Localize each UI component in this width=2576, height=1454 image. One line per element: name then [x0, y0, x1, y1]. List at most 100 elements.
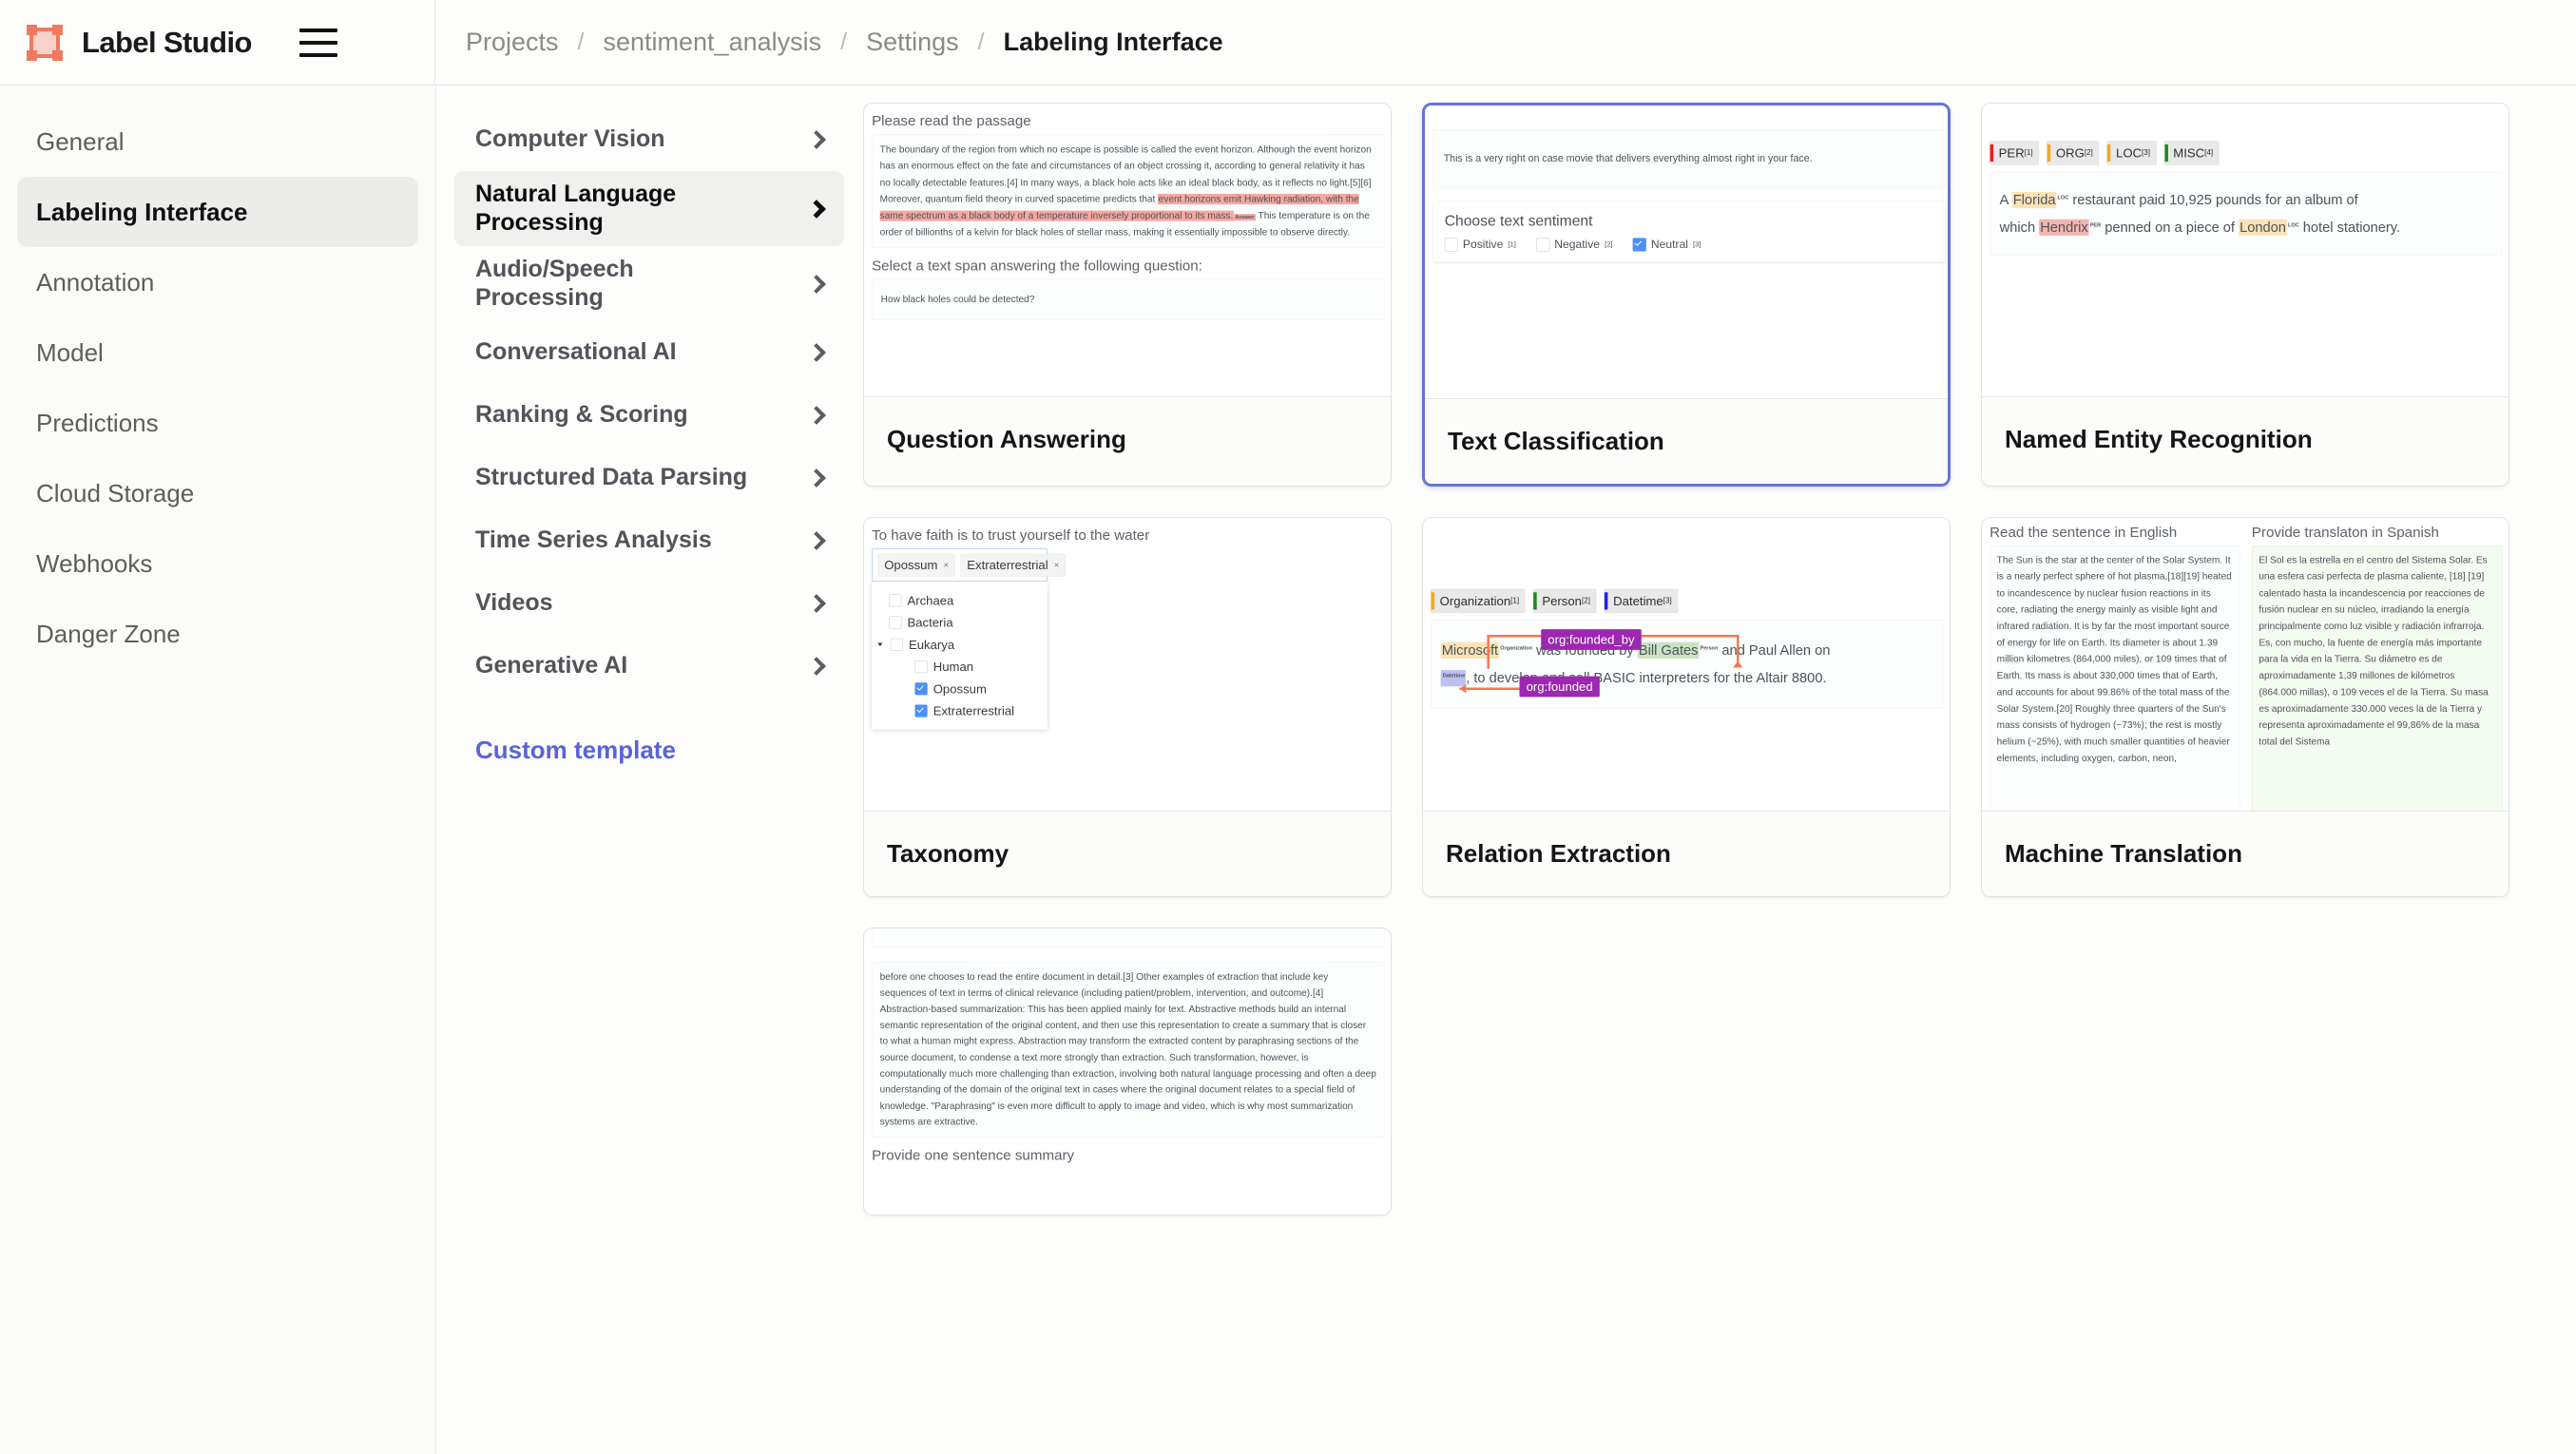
template-card-title: Named Entity Recognition	[1982, 396, 2509, 482]
taxo-selected-tag[interactable]: Opossum ×	[877, 553, 955, 577]
rel-label-datetime[interactable]: Datetime [3]	[1604, 588, 1679, 613]
sidebar-item-labeling-interface[interactable]: Labeling Interface	[17, 177, 418, 247]
rel-label-person[interactable]: Person [2]	[1532, 588, 1597, 613]
breadcrumb-item-current: Labeling Interface	[1003, 28, 1223, 56]
tc-choice-label: Negative	[1554, 238, 1601, 251]
category-conversational-ai[interactable]: Conversational AI	[454, 321, 844, 384]
sum-preview-body: before one chooses to read the entire do…	[864, 928, 1391, 1176]
template-card-machine-translation[interactable]: Read the sentence in English The Sun is …	[1981, 517, 2509, 897]
mt-target-column: Provide translaton in Spanish El Sol es …	[2251, 525, 2503, 811]
mt-target-label: Provide translaton in Spanish	[2251, 525, 2439, 541]
tc-choice-hotkey: [1]	[1508, 239, 1516, 249]
ner-label-hotkey: [1]	[2024, 148, 2033, 158]
rel-label-hotkey: [1]	[1510, 596, 1520, 605]
qa-passage-box: The boundary of the region from which no…	[872, 134, 1385, 248]
checkbox-checked-icon[interactable]	[1632, 238, 1646, 252]
mt-target-text[interactable]: El Sol es la estrella en el centro del S…	[2251, 545, 2503, 811]
sidebar-item-danger-zone[interactable]: Danger Zone	[17, 599, 418, 669]
category-ranking-scoring[interactable]: Ranking & Scoring	[454, 384, 844, 447]
category-audio-speech-processing[interactable]: Audio/Speech Processing	[454, 246, 844, 321]
checkbox-icon[interactable]	[1536, 238, 1550, 252]
category-computer-vision[interactable]: Computer Vision	[454, 108, 844, 171]
rel-text-b: and Paul Allen on	[1718, 642, 1831, 659]
tc-choice-hotkey: [3]	[1693, 239, 1701, 249]
sidebar-item-label: Cloud Storage	[36, 478, 195, 507]
tc-choice-positive[interactable]: Positive [1]	[1444, 238, 1516, 252]
bounding-box-logo-icon	[27, 24, 63, 61]
ner-label-misc[interactable]: MISC [4]	[2163, 141, 2220, 165]
category-videos[interactable]: Videos	[454, 572, 844, 635]
category-time-series-analysis[interactable]: Time Series Analysis	[454, 509, 844, 572]
taxo-input-field[interactable]: Opossum × Extraterrestrial ×	[872, 548, 1066, 583]
taxo-option-extraterrestrial[interactable]: Extraterrestrial	[872, 699, 1048, 721]
breadcrumb-item-projects[interactable]: Projects	[466, 28, 559, 57]
ner-label-loc[interactable]: LOC [3]	[2106, 141, 2157, 165]
category-natural-language-processing[interactable]: Natural Language Processing	[454, 171, 844, 246]
taxo-option-label: Opossum	[932, 680, 987, 697]
chevron-right-icon	[807, 343, 826, 362]
checkbox-icon[interactable]	[890, 638, 903, 651]
relation-label-founded-by[interactable]: org:founded_by	[1541, 629, 1642, 650]
tc-choice-neutral[interactable]: Neutral [3]	[1632, 238, 1701, 252]
qa-question-label: Select a text span answering the followi…	[872, 258, 1202, 275]
ner-entity-tag: PER	[2089, 221, 2102, 228]
tc-choice-label: Positive	[1462, 238, 1504, 251]
remove-tag-icon[interactable]: ×	[943, 560, 949, 570]
rel-label-name: Datetime	[1613, 593, 1663, 608]
template-card-taxonomy[interactable]: To have faith is to trust yourself to th…	[863, 517, 1392, 897]
label-color-bar	[1990, 143, 1994, 163]
tc-choice-negative[interactable]: Negative [2]	[1536, 238, 1613, 252]
sidebar-item-predictions[interactable]: Predictions	[17, 388, 418, 458]
checkbox-icon[interactable]	[914, 660, 928, 674]
rel-preview-body: Organization [1] Person [2] Datetime [3]	[1423, 518, 1950, 716]
template-card-relation-extraction[interactable]: Organization [1] Person [2] Datetime [3]	[1422, 517, 1951, 897]
ner-label-name: MISC	[2173, 145, 2205, 161]
category-label: Natural Language Processing	[475, 181, 677, 236]
ner-label-hotkey: [2]	[2084, 148, 2093, 158]
category-label: Computer Vision	[475, 125, 665, 153]
remove-tag-icon[interactable]: ×	[1054, 560, 1060, 570]
checkbox-checked-icon[interactable]	[914, 704, 928, 717]
ner-entity-hendrix: Hendrix	[2039, 219, 2089, 236]
sidebar-item-label: General	[36, 126, 125, 156]
sidebar-item-model[interactable]: Model	[17, 317, 418, 388]
sidebar-item-general[interactable]: General	[17, 106, 418, 177]
taxo-option-eukarya[interactable]: Eukarya	[872, 634, 1048, 656]
taxo-option-human[interactable]: Human	[872, 656, 1048, 678]
rel-label-hotkey: [2]	[1581, 596, 1590, 605]
template-preview: To have faith is to trust yourself to th…	[864, 518, 1391, 811]
taxo-preview-body: To have faith is to trust yourself to th…	[864, 518, 1391, 737]
relation-label-founded[interactable]: org:founded	[1519, 676, 1600, 698]
ner-label-per[interactable]: PER [1]	[1990, 141, 2040, 165]
taxo-selected-tag[interactable]: Extraterrestrial ×	[960, 553, 1066, 577]
sidebar-item-cloud-storage[interactable]: Cloud Storage	[17, 458, 418, 528]
template-card-named-entity-recognition[interactable]: PER [1] ORG [2] LOC [3] MISC [4] A Flori…	[1981, 103, 2509, 487]
sidebar-item-annotation[interactable]: Annotation	[17, 247, 418, 317]
rel-label-organization[interactable]: Organization [1]	[1431, 588, 1526, 613]
breadcrumb-item-project[interactable]: sentiment_analysis	[604, 28, 822, 57]
category-structured-data-parsing[interactable]: Structured Data Parsing	[454, 447, 844, 509]
sidebar-item-webhooks[interactable]: Webhooks	[17, 528, 418, 599]
custom-template-link[interactable]: Custom template	[454, 736, 844, 765]
taxo-option-opossum[interactable]: Opossum	[872, 678, 1048, 699]
template-card-question-answering[interactable]: Please read the passage The boundary of …	[863, 103, 1392, 487]
checkbox-icon[interactable]	[889, 594, 902, 607]
checkbox-icon[interactable]	[889, 616, 902, 629]
rel-label-hotkey: [3]	[1663, 596, 1672, 605]
taxo-option-label: Archaea	[907, 593, 954, 608]
ner-label-org[interactable]: ORG [2]	[2047, 141, 2100, 165]
category-generative-ai[interactable]: Generative AI	[454, 635, 844, 698]
template-card-summarization[interactable]: before one chooses to read the entire do…	[863, 928, 1392, 1215]
taxo-option-bacteria[interactable]: Bacteria	[872, 611, 1048, 633]
checkbox-checked-icon[interactable]	[914, 682, 928, 696]
template-card-text-classification[interactable]: This is a very right on case movie that …	[1422, 103, 1951, 487]
hamburger-menu-icon[interactable]	[298, 28, 337, 57]
breadcrumb-item-settings[interactable]: Settings	[866, 28, 959, 57]
checkbox-icon[interactable]	[1444, 238, 1458, 252]
ner-text-b: restaurant paid 10,925 pounds for an alb…	[2068, 192, 2358, 208]
caret-down-icon[interactable]	[877, 642, 883, 647]
ner-label-hotkey: [4]	[2204, 148, 2214, 158]
ner-text-c: which	[1999, 219, 2040, 236]
category-label: Structured Data Parsing	[475, 464, 748, 491]
taxo-option-archaea[interactable]: Archaea	[872, 589, 1048, 611]
